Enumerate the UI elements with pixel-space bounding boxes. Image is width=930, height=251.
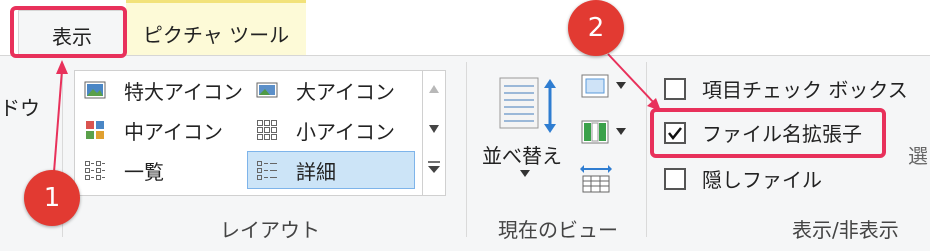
chevron-down-icon — [616, 82, 626, 89]
sort-by-label: 並べ替え — [482, 144, 562, 168]
group-by-button[interactable] — [578, 70, 630, 102]
layout-item-label: 大アイコン — [296, 80, 395, 104]
layout-item-label: 中アイコン — [124, 120, 223, 144]
navigation-pane-label-partial[interactable]: ドウ — [0, 92, 40, 121]
step-badge-2: 2 — [568, 0, 624, 56]
add-columns-icon — [581, 120, 609, 144]
layout-large-icons[interactable]: 大アイコン — [256, 76, 426, 106]
group-separator — [466, 62, 467, 237]
small-icons-icon — [257, 120, 277, 140]
large-icons-icon — [256, 82, 278, 98]
group-by-icon — [581, 74, 609, 98]
hidden-items-option[interactable]: 隠しファイル — [664, 164, 864, 194]
group-separator — [646, 62, 647, 237]
sort-by-button[interactable]: 並べ替え — [478, 70, 570, 180]
hidden-items-checkbox[interactable] — [664, 168, 686, 190]
layout-list[interactable]: 一覧 — [84, 156, 244, 186]
tab-highlight-box — [10, 6, 127, 58]
size-all-columns-button[interactable] — [578, 160, 618, 196]
chevron-down-icon — [520, 170, 530, 177]
layout-group-label: レイアウト — [220, 218, 320, 242]
layout-item-label: 特大アイコン — [124, 80, 243, 104]
details-icon — [257, 161, 277, 180]
medium-icons-icon — [86, 121, 104, 139]
layout-medium-icons[interactable]: 中アイコン — [84, 116, 254, 146]
sort-icon — [499, 77, 556, 133]
tab-picture-tools[interactable]: ピクチャ ツール — [126, 0, 306, 56]
hide-selected-items-label-partial[interactable]: 選 — [908, 140, 928, 169]
tab-picture-tools-label: ピクチャ ツール — [142, 23, 290, 47]
layout-item-label: 詳細 — [296, 160, 336, 184]
layout-extra-large-icons[interactable]: 特大アイコン — [84, 76, 254, 106]
item-check-boxes-option[interactable]: 項目チェック ボックス — [664, 74, 908, 104]
size-columns-icon — [580, 165, 612, 193]
gallery-scroll-down-icon[interactable] — [428, 124, 440, 134]
tab-divider — [0, 55, 930, 56]
checkbox-label: 隠しファイル — [702, 168, 822, 192]
gallery-expand-icon[interactable] — [427, 160, 441, 174]
layout-small-icons[interactable]: 小アイコン — [256, 116, 426, 146]
checkbox-label: 項目チェック ボックス — [702, 78, 908, 102]
item-check-boxes-checkbox[interactable] — [664, 78, 686, 100]
extra-large-icons-icon — [84, 81, 106, 99]
add-columns-button[interactable] — [578, 116, 630, 148]
current-view-group-label: 現在のビュー — [498, 218, 618, 242]
gallery-scroll-up-icon[interactable] — [428, 84, 440, 94]
step-badge-1: 1 — [24, 170, 80, 226]
list-icon — [85, 161, 105, 180]
layout-item-label: 一覧 — [124, 160, 164, 184]
chevron-down-icon — [616, 128, 626, 135]
show-hide-group-label: 表示/非表示 — [792, 218, 899, 242]
layout-item-label: 小アイコン — [296, 120, 395, 144]
arrow-to-view-tab — [53, 69, 63, 173]
layout-details[interactable]: 詳細 — [256, 156, 416, 186]
file-extension-highlight-box — [650, 108, 886, 158]
